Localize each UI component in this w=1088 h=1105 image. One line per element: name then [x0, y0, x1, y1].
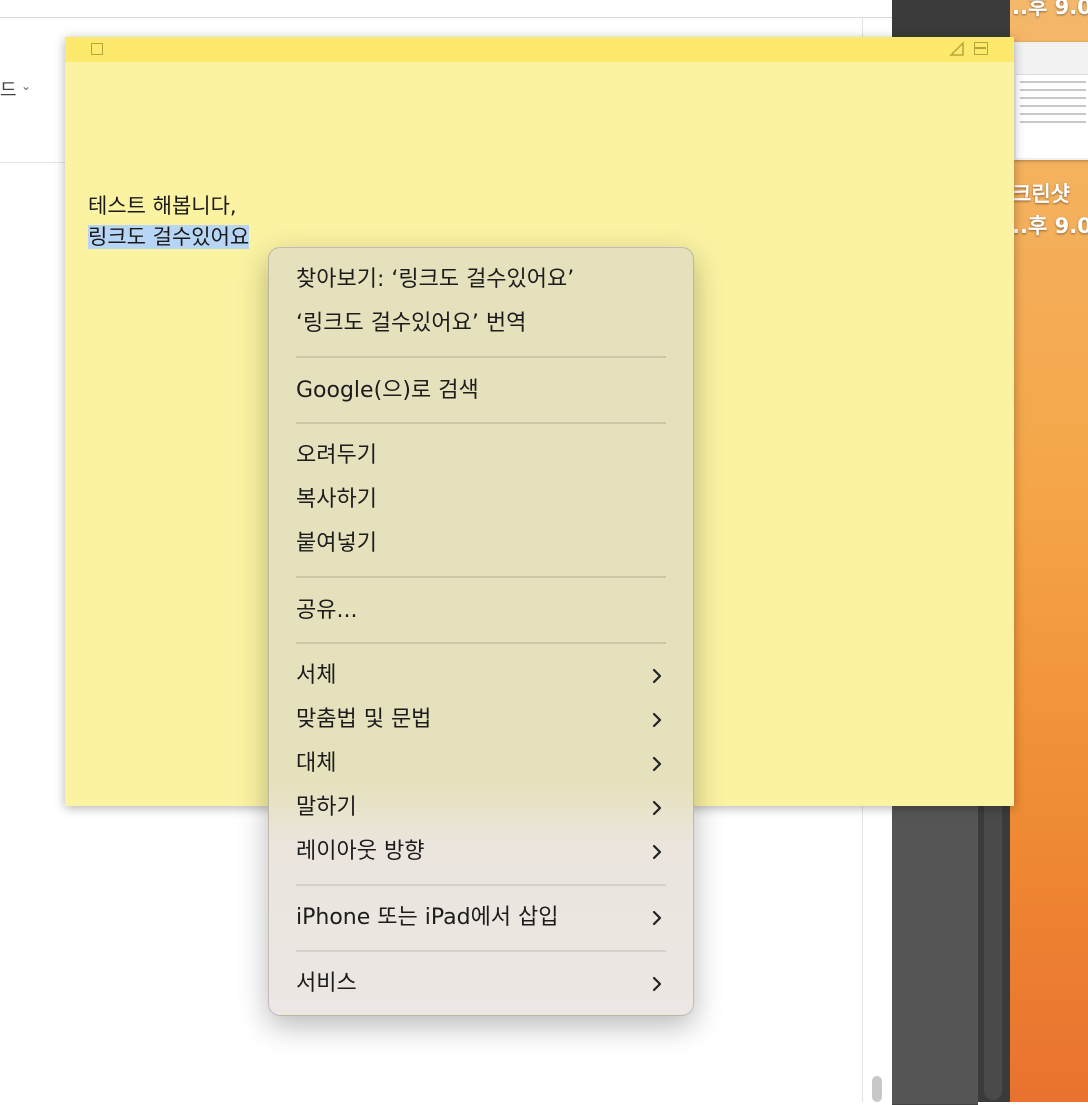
toolbar-mode-label[interactable]: 드: [0, 76, 17, 102]
note-line[interactable]: 테스트 해봅니다,: [88, 191, 249, 222]
chevron-right-icon: [652, 800, 662, 816]
panel-row[interactable]: [892, 828, 978, 875]
panel-scrollbar[interactable]: [984, 800, 1002, 1100]
chevron-right-icon: [652, 976, 662, 992]
chevron-right-icon: [652, 668, 662, 684]
thumbnail-line: [1020, 105, 1086, 107]
scrollbar-thumb[interactable]: [872, 1076, 882, 1102]
close-box-icon[interactable]: [91, 43, 103, 55]
desktop-file-label[interactable]: ..후 9.0: [1012, 0, 1088, 21]
screenshot-thumbnail[interactable]: [1014, 42, 1088, 160]
menu-separator: [296, 642, 666, 644]
context-menu: 찾아보기: ‘링크도 걸수있어요’ ‘링크도 걸수있어요’ 번역 Google(…: [268, 247, 694, 1016]
panel-row[interactable]: [892, 920, 978, 967]
menu-item-label: 말하기: [296, 795, 357, 820]
chevron-down-icon[interactable]: ⌄: [21, 79, 31, 93]
menu-item-paste[interactable]: 붙여넣기: [296, 524, 667, 564]
desktop-file-time[interactable]: ..후 9.0: [1012, 210, 1088, 240]
note-body[interactable]: 테스트 해봅니다, 링크도 걸수있어요: [88, 191, 250, 253]
menu-item-look-up[interactable]: 찾아보기: ‘링크도 걸수있어요’: [296, 260, 667, 300]
thumbnail-line: [1020, 121, 1086, 123]
menu-item-speech[interactable]: 말하기: [296, 788, 667, 828]
thumbnail-line: [1020, 113, 1086, 115]
menu-separator: [296, 884, 666, 886]
panel-row[interactable]: [892, 1012, 978, 1059]
thumbnail-line: [1020, 89, 1086, 91]
desktop-wallpaper: [1010, 0, 1088, 1102]
menu-item-search-google[interactable]: Google(으)로 검색: [296, 371, 667, 411]
thumbnail-line: [1020, 97, 1086, 99]
menu-item-translate[interactable]: ‘링크도 걸수있어요’ 번역: [296, 304, 667, 344]
thumbnail-header: [1016, 44, 1088, 75]
menu-separator: [296, 422, 666, 424]
chevron-right-icon: [652, 756, 662, 772]
collapse-icon[interactable]: [974, 42, 988, 55]
menu-item-cut[interactable]: 오려두기: [296, 436, 667, 476]
menu-item-font[interactable]: 서체: [296, 656, 667, 696]
chevron-right-icon: [652, 712, 662, 728]
sticky-title-bar[interactable]: [65, 37, 1014, 62]
panel-row[interactable]: [892, 1058, 978, 1105]
menu-item-insert-from-iphone[interactable]: iPhone 또는 iPad에서 삽입: [296, 898, 667, 938]
chevron-right-icon: [652, 910, 662, 926]
thumbnail-line: [1020, 81, 1086, 83]
menu-item-label: 서체: [296, 663, 337, 688]
menu-separator: [296, 356, 666, 358]
panel-row[interactable]: [892, 874, 978, 921]
menu-item-label: 맞춤법 및 문법: [296, 707, 432, 732]
menu-item-label: 대체: [296, 751, 337, 776]
window-top-border: [0, 17, 892, 18]
menu-item-label: iPhone 또는 iPad에서 삽입: [296, 905, 559, 930]
menu-separator: [296, 576, 666, 578]
menu-item-spelling-grammar[interactable]: 맞춤법 및 문법: [296, 700, 667, 740]
menu-item-services[interactable]: 서비스: [296, 964, 667, 1004]
menu-item-layout-direction[interactable]: 레이아웃 방향: [296, 832, 667, 872]
menu-item-label: 레이아웃 방향: [296, 839, 425, 864]
resize-corner-icon[interactable]: [949, 41, 965, 57]
menu-item-substitutions[interactable]: 대체: [296, 744, 667, 784]
menu-item-label: 서비스: [296, 971, 357, 996]
note-selected-text[interactable]: 링크도 걸수있어요: [88, 225, 250, 249]
menu-item-share[interactable]: 공유...: [296, 591, 667, 631]
chevron-right-icon: [652, 844, 662, 860]
desktop-file-name[interactable]: 크린샷: [1012, 178, 1070, 208]
menu-separator: [296, 950, 666, 952]
panel-row[interactable]: [892, 966, 978, 1013]
menu-item-copy[interactable]: 복사하기: [296, 480, 667, 520]
